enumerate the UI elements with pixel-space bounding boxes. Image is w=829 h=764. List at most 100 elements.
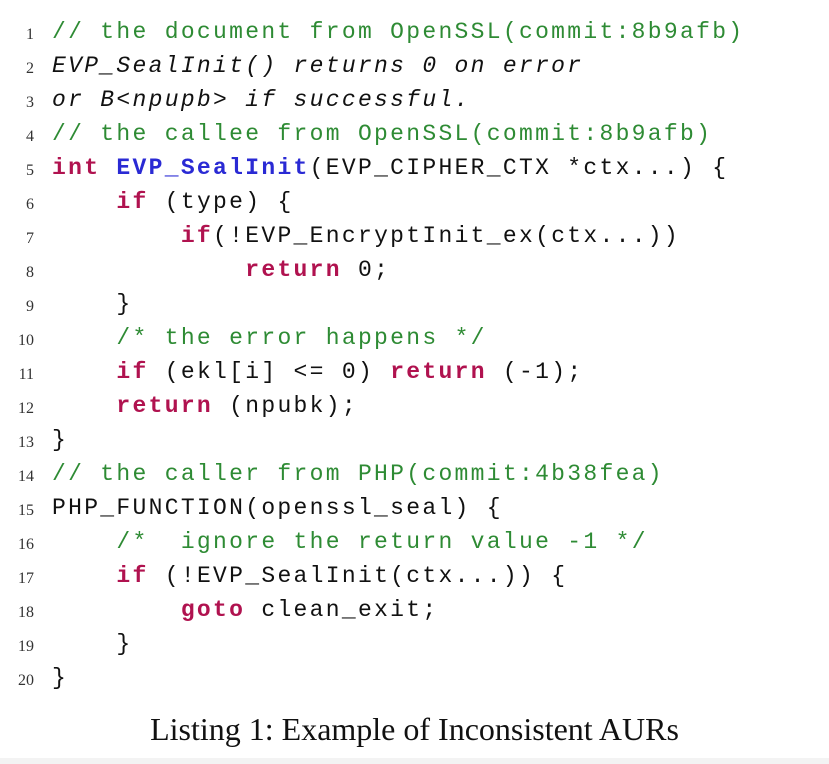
line-number: 15 [18,502,34,519]
code-token: (npubk); [213,393,358,419]
code-line: 11 if (ekl[i] <= 0) return (-1); [0,357,829,391]
line-number: 3 [26,94,34,111]
line-number: 8 [26,264,34,281]
code-line: 20} [0,663,829,697]
code-text: } [52,665,68,691]
code-function-name: EVP_SealInit [116,155,310,181]
code-text: } [52,631,133,657]
line-number: 10 [18,332,34,349]
code-text: } [52,291,133,317]
code-token: (!EVP_SealInit(ctx...)) { [148,563,568,589]
code-doc-text: or B<npupb> if successful. [52,87,471,113]
code-line: 2 EVP_SealInit() returns 0 on error [0,51,829,85]
code-comment: // the caller from PHP(commit:4b38fea) [52,461,664,487]
code-line: 17 if (!EVP_SealInit(ctx...)) { [0,561,829,595]
code-token: } [52,291,133,317]
line-number: 4 [26,128,34,145]
code-token: (ekl[i] <= 0) [148,359,391,385]
page-bottom-edge [0,758,829,764]
code-line: 8 return 0; [0,255,829,289]
code-comment: // the document from OpenSSL(commit:8b9a… [52,19,745,45]
code-line: 3 or B<npupb> if successful. [0,85,829,119]
code-text: /* ignore the return value -1 */ [52,529,648,555]
code-comment: /* ignore the return value -1 */ [116,529,648,555]
code-line: 7 if(!EVP_EncryptInit_ex(ctx...)) [0,221,829,255]
code-token: (EVP_CIPHER_CTX *ctx...) { [309,155,729,181]
code-token: clean_exit; [245,597,439,623]
code-line: 6 if (type) { [0,187,829,221]
code-text: // the callee from OpenSSL(commit:8b9afb… [52,121,712,147]
code-line: 14 // the caller from PHP(commit:4b38fea) [0,459,829,493]
code-token: (-1); [486,359,584,385]
line-number: 7 [26,230,34,247]
code-text: if (type) { [52,189,294,215]
code-keyword: if [116,189,149,215]
code-text: if (!EVP_SealInit(ctx...)) { [52,563,567,589]
line-number: 19 [18,638,34,655]
code-line: 16 /* ignore the return value -1 */ [0,527,829,561]
code-text: } [52,427,68,453]
code-keyword: if [116,563,149,589]
line-number: 20 [18,672,34,689]
code-token: (!EVP_EncryptInit_ex(ctx...)) [213,223,681,249]
code-text: or B<npupb> if successful. [52,87,471,113]
code-line: 5 int EVP_SealInit(EVP_CIPHER_CTX *ctx...… [0,153,829,187]
line-number: 12 [18,400,34,417]
code-keyword: int [52,155,117,181]
code-text: if (ekl[i] <= 0) return (-1); [52,359,583,385]
line-number: 11 [18,366,34,383]
code-text: int EVP_SealInit(EVP_CIPHER_CTX *ctx...)… [52,155,728,181]
code-text: EVP_SealInit() returns 0 on error [52,53,583,79]
line-number: 18 [18,604,34,621]
code-keyword: if [180,223,214,249]
line-number: 14 [18,468,34,485]
code-line: 13} [0,425,829,459]
line-number: 17 [18,570,34,587]
code-keyword: return [245,257,342,283]
code-token: 0; [341,257,391,283]
code-line: 4 // the callee from OpenSSL(commit:8b9af… [0,119,829,153]
line-number: 5 [26,162,34,179]
code-text: // the caller from PHP(commit:4b38fea) [52,461,664,487]
line-number: 1 [26,26,34,43]
code-token: PHP_FUNCTION(openssl_seal) { [52,495,503,521]
code-line: 18 goto clean_exit; [0,595,829,629]
code-keyword: goto [180,597,246,623]
line-number: 2 [26,60,34,77]
listing-caption: Listing 1: Example of Inconsistent AURs [150,711,679,747]
code-token: } [52,665,69,691]
code-keyword: return [390,359,487,385]
code-token: } [52,631,133,657]
code-comment: /* the error happens */ [116,325,487,351]
code-keyword: if [116,359,149,385]
line-number: 6 [26,196,34,213]
code-token: (type) { [148,189,294,215]
code-line: 9 } [0,289,829,323]
code-text: return (npubk); [52,393,358,419]
line-number: 16 [18,536,34,553]
code-keyword: return [116,393,214,419]
code-text: /* the error happens */ [52,325,487,351]
code-comment: // the callee from OpenSSL(commit:8b9afb… [52,121,713,147]
code-text: // the document from OpenSSL(commit:8b9a… [52,19,744,45]
code-line: 12 return (npubk); [0,391,829,425]
code-token: } [52,427,69,453]
code-line: 10 /* the error happens */ [0,323,829,357]
code-text: PHP_FUNCTION(openssl_seal) { [52,495,503,521]
code-line: 1 // the document from OpenSSL(commit:8b9… [0,17,829,51]
code-line: 15 PHP_FUNCTION(openssl_seal) { [0,493,829,527]
code-doc-text: EVP_SealInit() returns 0 on error [52,53,584,79]
code-line: 19 } [0,629,829,663]
code-text: if(!EVP_EncryptInit_ex(ctx...)) [52,223,680,249]
line-number: 13 [18,434,34,451]
code-text: goto clean_exit; [52,597,438,623]
